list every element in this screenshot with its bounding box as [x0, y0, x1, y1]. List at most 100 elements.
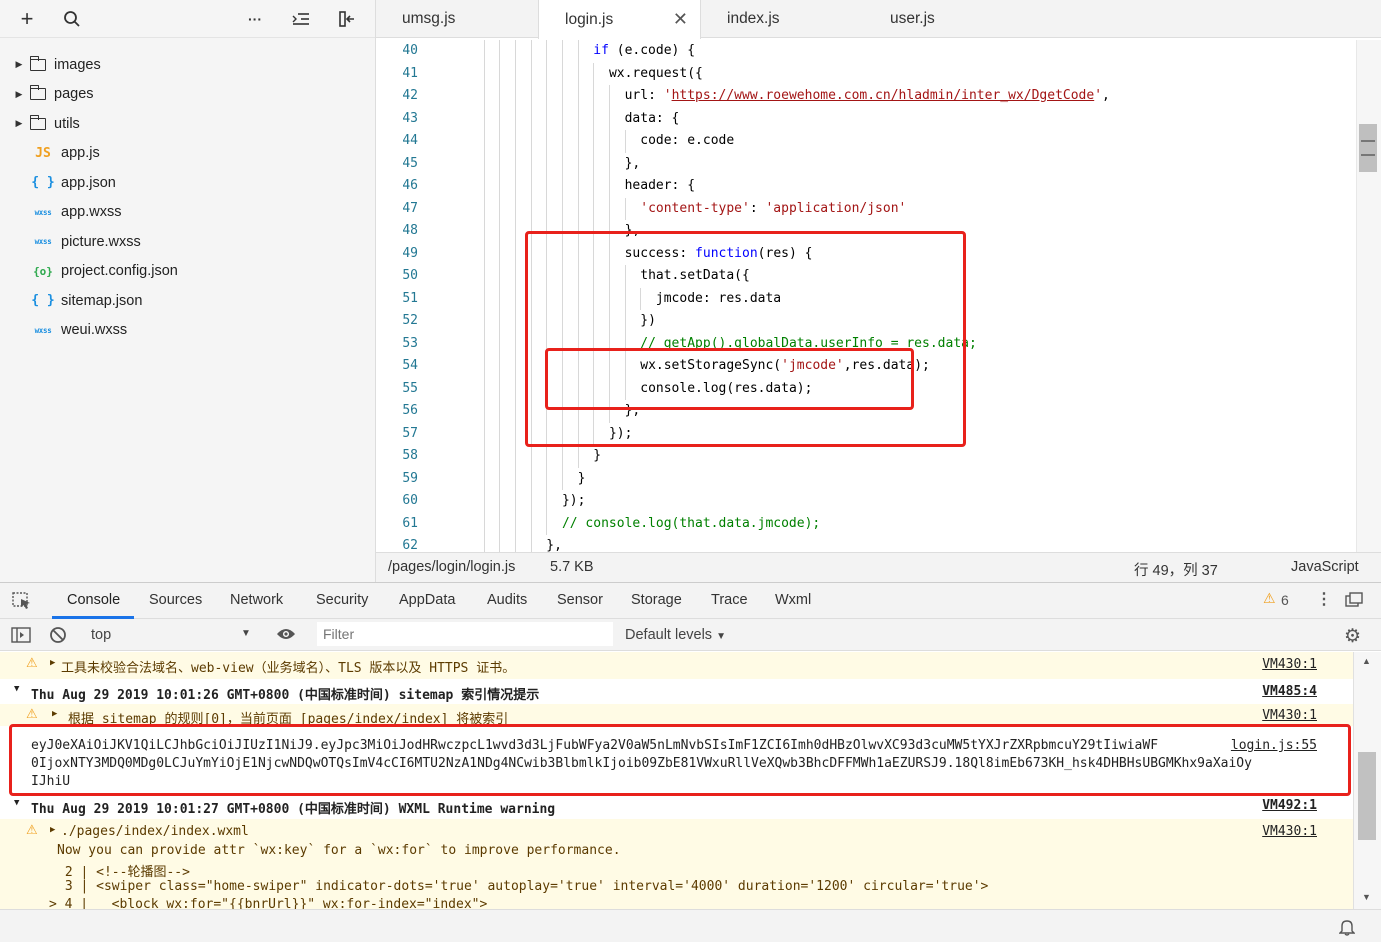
expand-arrow-icon[interactable]: ▶	[0, 118, 23, 129]
scrollbar-thumb[interactable]	[1359, 124, 1377, 172]
source-link[interactable]: VM430:1	[1262, 824, 1317, 839]
more-options-icon[interactable]: ⋮	[1316, 589, 1332, 609]
console-scrollbar[interactable]: ▲ ▼	[1353, 652, 1381, 909]
indent-guide	[530, 287, 532, 310]
tab-sources[interactable]: Sources	[149, 592, 202, 608]
code-line[interactable]: },	[625, 220, 641, 243]
code-area[interactable]: 40 if (e.code) {41 wx.request({42 url: 'htt…	[376, 40, 1356, 552]
search-icon[interactable]	[60, 7, 84, 31]
expand-arrow-icon[interactable]: ▶	[0, 59, 23, 70]
context-select[interactable]: top	[91, 627, 111, 643]
expand-arrow-icon[interactable]: ▶	[50, 825, 55, 835]
expand-arrow-icon[interactable]: ▶	[0, 89, 23, 100]
warning-icon[interactable]: ⚠	[1263, 591, 1276, 607]
warning-count[interactable]: 6	[1281, 592, 1289, 608]
bell-icon[interactable]	[1338, 918, 1356, 939]
tab-storage[interactable]: Storage	[631, 592, 682, 608]
chevron-down-icon[interactable]: ▼	[241, 628, 251, 639]
tab-sensor[interactable]: Sensor	[557, 592, 603, 608]
file-item-app-wxss[interactable]: wxss app.wxss	[0, 198, 375, 228]
tab-user-js[interactable]: user.js	[863, 0, 1025, 38]
code-line[interactable]: }	[578, 468, 586, 491]
file-item-sitemap-json[interactable]: { } sitemap.json	[0, 286, 375, 316]
tab-console[interactable]: Console	[67, 592, 120, 608]
code-line[interactable]: },	[625, 153, 641, 176]
source-link[interactable]: VM492:1	[1262, 798, 1317, 813]
cursor-position[interactable]: 行 49，列 37	[1134, 559, 1218, 580]
tab-login-js[interactable]: login.js ✕	[538, 0, 701, 39]
code-line[interactable]: });	[609, 423, 632, 446]
tab-network[interactable]: Network	[230, 592, 283, 608]
tab-audits[interactable]: Audits	[487, 592, 527, 608]
indent-guide	[561, 377, 563, 400]
language-mode[interactable]: JavaScript	[1291, 559, 1359, 575]
tab-umsg-js[interactable]: umsg.js	[376, 0, 538, 38]
code-line[interactable]: })	[640, 310, 656, 333]
expand-arrow-icon[interactable]: ▶	[52, 709, 57, 719]
more-icon[interactable]: ···	[243, 7, 267, 31]
indent-guide	[593, 242, 595, 265]
code-line[interactable]: if (e.code) {	[593, 40, 695, 63]
code-line[interactable]: 'content-type': 'application/json'	[640, 198, 906, 221]
collapse-arrow-icon[interactable]: ▼	[14, 798, 19, 808]
code-line[interactable]: code: e.code	[640, 130, 734, 153]
eye-icon[interactable]	[276, 627, 296, 644]
indent-guide	[514, 107, 516, 130]
file-item-utils[interactable]: ▶ utils	[0, 109, 375, 139]
source-link[interactable]: VM430:1	[1262, 657, 1317, 672]
tab-appdata[interactable]: AppData	[399, 592, 455, 608]
source-link[interactable]: VM430:1	[1262, 708, 1317, 723]
code-line[interactable]: });	[562, 490, 585, 513]
tab-security[interactable]: Security	[316, 592, 368, 608]
source-link[interactable]: VM485:4	[1262, 684, 1317, 699]
code-line[interactable]: jmcode: res.data	[656, 288, 781, 311]
file-item-pages[interactable]: ▶ pages	[0, 80, 375, 110]
sidebar-toggle-icon[interactable]	[11, 627, 31, 646]
code-line[interactable]: wx.request({	[609, 63, 703, 86]
code-line[interactable]: // console.log(that.data.jmcode);	[562, 513, 820, 536]
file-item-app-json[interactable]: { } app.json	[0, 168, 375, 198]
scrollbar-thumb[interactable]	[1358, 752, 1376, 840]
scroll-down-icon[interactable]: ▼	[1362, 892, 1371, 902]
tab-index-js[interactable]: index.js	[701, 0, 863, 38]
indent-guide	[624, 265, 626, 288]
inspect-element-icon[interactable]	[12, 592, 32, 613]
close-icon[interactable]: ✕	[673, 9, 688, 30]
code-line[interactable]: header: {	[625, 175, 695, 198]
gear-icon[interactable]: ⚙	[1344, 625, 1361, 648]
file-item-images[interactable]: ▶ images	[0, 50, 375, 80]
tab-wxml[interactable]: Wxml	[775, 592, 811, 608]
scroll-up-icon[interactable]: ▲	[1362, 656, 1371, 666]
file-item-project-config-json[interactable]: {o} project.config.json	[0, 257, 375, 287]
code-line[interactable]: // getApp().globalData.userInfo = res.da…	[640, 333, 977, 356]
code-line[interactable]: that.setData({	[640, 265, 750, 288]
code-line[interactable]: console.log(res.data);	[640, 378, 812, 401]
log-levels-select[interactable]: Default levels ▼	[625, 627, 726, 643]
undock-icon[interactable]	[1345, 592, 1363, 611]
code-line[interactable]: success: function(res) {	[625, 243, 813, 266]
source-link[interactable]: login.js:55	[1231, 738, 1317, 753]
console-group-header[interactable]: ▼ Thu Aug 29 2019 10:01:27 GMT+0800 (中国标…	[0, 794, 1353, 819]
code-line[interactable]: },	[625, 400, 641, 423]
tab-trace[interactable]: Trace	[711, 592, 748, 608]
collapse-panel-icon[interactable]	[335, 7, 359, 31]
editor-scrollbar[interactable]	[1356, 40, 1381, 552]
filter-input[interactable]	[317, 622, 613, 646]
code-line[interactable]: },	[546, 535, 562, 552]
console-group-header[interactable]: ▼ Thu Aug 29 2019 10:01:26 GMT+0800 (中国标…	[0, 679, 1353, 704]
add-icon[interactable]: +	[15, 6, 39, 31]
code-line[interactable]: data: {	[625, 108, 680, 131]
expand-arrow-icon[interactable]: ▶	[50, 658, 55, 668]
indent-guide	[514, 490, 516, 513]
indent-guide	[530, 265, 532, 288]
clear-console-icon[interactable]	[49, 626, 67, 647]
outline-icon[interactable]	[289, 7, 313, 31]
collapse-arrow-icon[interactable]: ▼	[14, 684, 19, 694]
file-item-picture-wxss[interactable]: wxss picture.wxss	[0, 227, 375, 257]
file-item-app-js[interactable]: JS app.js	[0, 139, 375, 169]
code-token: ,res.data);	[843, 358, 930, 373]
code-line[interactable]: url: 'https://www.roewehome.com.cn/hladm…	[625, 85, 1110, 108]
code-line[interactable]: wx.setStorageSync('jmcode',res.data);	[640, 355, 930, 378]
file-item-weui-wxss[interactable]: wxss weui.wxss	[0, 316, 375, 346]
code-line[interactable]: }	[593, 445, 601, 468]
